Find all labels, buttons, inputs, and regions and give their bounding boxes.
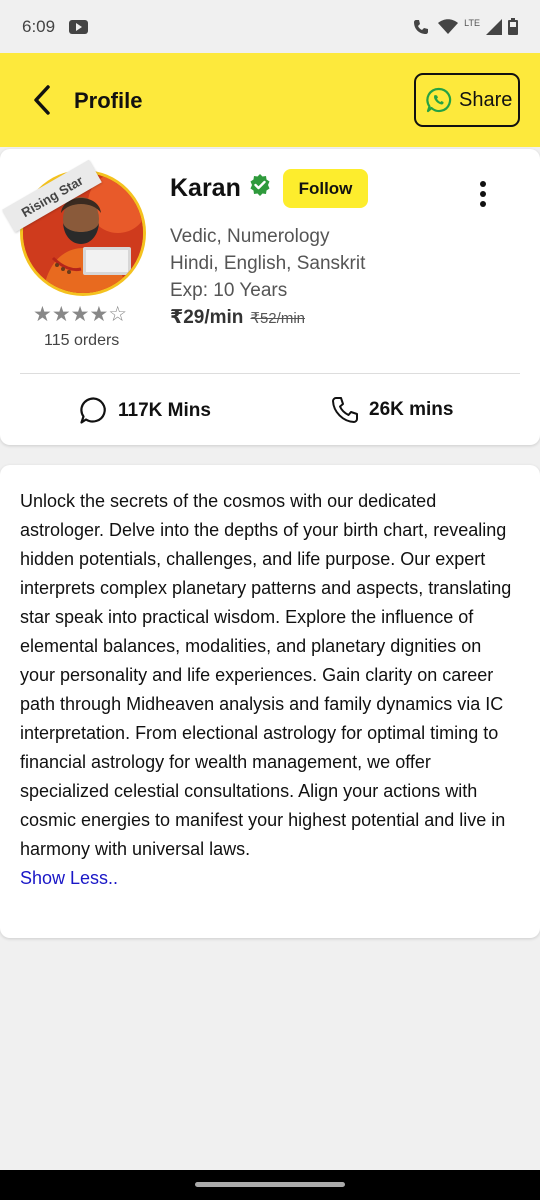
astrologer-skills: Vedic, Numerology (170, 226, 330, 247)
status-bar: 6:09 LTE (0, 0, 540, 53)
wifi-icon (438, 18, 459, 34)
chat-minutes-stat: 117K Mins (79, 396, 211, 425)
current-price: ₹29/min (170, 307, 244, 328)
status-time: 6:09 (22, 16, 56, 36)
rating-stars: ★★★★☆ (33, 303, 128, 326)
astrologer-languages: Hindi, English, Sanskrit (170, 253, 366, 274)
app-bar: Profile Share (0, 53, 540, 147)
whatsapp-icon (426, 87, 452, 113)
about-description: Unlock the secrets of the cosmos with ou… (20, 491, 512, 859)
follow-button[interactable]: Follow (283, 169, 368, 208)
system-nav-bar (0, 1170, 540, 1200)
orders-count: 115 orders (44, 332, 120, 349)
status-icons: LTE (412, 18, 518, 36)
share-label: Share (459, 88, 513, 111)
astrologer-experience: Exp: 10 Years (170, 280, 288, 301)
page-title: Profile (74, 88, 143, 113)
youtube-icon (69, 19, 89, 34)
show-less-link[interactable]: Show Less.. (20, 864, 520, 893)
signal-icon (486, 18, 502, 35)
share-button[interactable]: Share (414, 73, 520, 127)
call-minutes-stat: 26K mins (331, 396, 453, 424)
divider (20, 373, 520, 374)
network-label: LTE (464, 17, 480, 28)
about-card: Unlock the secrets of the cosmos with ou… (0, 465, 540, 938)
battery-icon (508, 18, 518, 35)
call-minutes: 26K mins (369, 399, 454, 420)
wifi-calling-icon (414, 19, 429, 34)
more-options-icon[interactable] (478, 181, 488, 211)
chat-bubble-icon (80, 397, 106, 424)
astrologer-name: Karan (170, 174, 241, 202)
chat-minutes: 117K Mins (118, 399, 211, 421)
home-gesture-handle[interactable] (195, 1182, 345, 1187)
price-row: ₹29/min ₹52/min (170, 306, 305, 329)
verified-badge-icon (250, 174, 270, 196)
phone-icon (332, 397, 358, 423)
back-arrow-icon[interactable] (30, 85, 54, 115)
original-price: ₹52/min (250, 310, 305, 327)
